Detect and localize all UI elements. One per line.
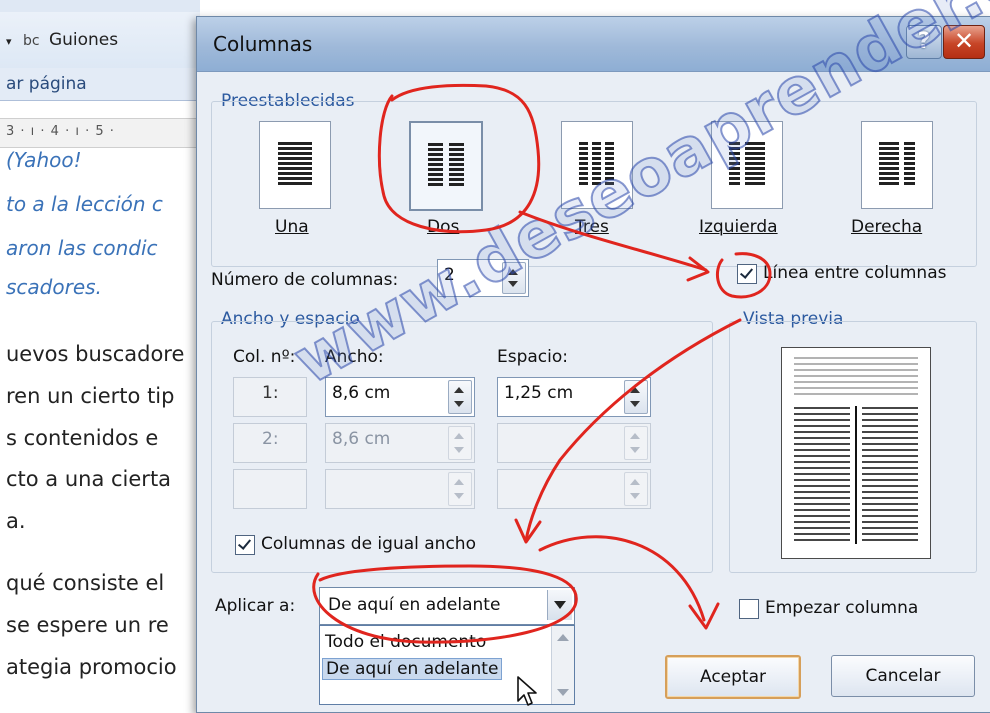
col-number-cell: 2: — [233, 423, 307, 463]
help-button[interactable]: ? — [906, 25, 942, 59]
col-number-value: 2: — [262, 429, 279, 449]
preset-one-button[interactable] — [259, 121, 331, 209]
doc-line: to a la lección c — [6, 192, 163, 216]
cancel-button[interactable]: Cancelar — [831, 655, 975, 697]
hyphenation-icon: bc — [22, 33, 40, 49]
doc-line: (Yahoo! — [6, 148, 82, 172]
doc-line: scadores. — [6, 275, 102, 299]
col-number-value: 1: — [262, 383, 279, 403]
ribbon-group-label: ar página — [0, 68, 200, 101]
doc-line: uevos buscadore — [6, 342, 185, 366]
num-columns-stepper[interactable]: 2 — [437, 259, 529, 297]
ok-button[interactable]: Aceptar — [665, 655, 801, 699]
spacing-value-col1: 1,25 cm — [504, 383, 574, 403]
dialog-title: Columnas — [213, 32, 313, 56]
col-number-header: Col. nº: — [233, 347, 296, 367]
spacing-spin-icon[interactable] — [624, 380, 648, 414]
hyphenation-label: Guiones — [48, 30, 119, 50]
preset-one-label: Una — [275, 217, 309, 237]
spacing-spin-icon — [624, 472, 648, 506]
preview-page — [781, 347, 931, 559]
width-header: Ancho: — [325, 347, 384, 367]
dropdown-option-whole-document[interactable]: Todo el documento — [322, 632, 489, 652]
dropdown-scrollbar[interactable] — [551, 626, 574, 704]
width-field-col1[interactable]: 8,6 cm — [325, 377, 475, 417]
dropdown-option-from-here[interactable]: De aquí en adelante — [322, 658, 503, 680]
chevron-down-icon[interactable] — [547, 590, 572, 620]
apply-to-value: De aquí en adelante — [328, 595, 501, 615]
width-value-col2: 8,6 cm — [332, 429, 391, 449]
doc-line: qué consiste el — [6, 571, 165, 595]
mouse-cursor-icon — [517, 676, 537, 706]
left-column-icon — [729, 142, 765, 185]
apply-to-label: Aplicar a: — [215, 596, 296, 616]
doc-line: cto a una cierta — [6, 467, 172, 491]
preset-left-label: Izquierda — [699, 217, 778, 237]
preview-page-icon — [794, 357, 918, 544]
preset-two-button[interactable] — [409, 121, 483, 211]
word-document-background: ▾ bc Guiones ar página 3 · ı · 4 · ı · 5… — [0, 0, 200, 711]
num-columns-spin-icon[interactable] — [502, 262, 526, 294]
doc-line: aron las condic — [6, 236, 158, 260]
preset-right-label: Derecha — [851, 217, 923, 237]
equal-width-checkbox[interactable] — [235, 535, 255, 555]
width-field-col3 — [325, 469, 475, 509]
start-column-label: Empezar columna — [765, 598, 919, 618]
width-spin-icon — [448, 426, 472, 460]
hyphenation-button[interactable]: ▾ bc Guiones — [6, 30, 118, 50]
page-setup-group-label: ar página — [6, 74, 87, 94]
close-button[interactable]: ✕ — [943, 25, 985, 59]
num-columns-label: Número de columnas: — [211, 270, 399, 290]
two-columns-icon — [428, 143, 464, 186]
doc-line: se espere un re — [6, 613, 169, 637]
start-column-checkbox[interactable] — [739, 599, 759, 619]
right-column-icon — [879, 142, 915, 185]
spacing-field-col3 — [497, 469, 651, 509]
line-between-label: Línea entre columnas — [763, 263, 947, 283]
ruler: 3 · ı · 4 · ı · 5 · — [0, 118, 200, 148]
preset-three-button[interactable] — [561, 121, 633, 209]
dialog-titlebar[interactable]: Columnas ? ✕ — [197, 17, 990, 72]
col-number-cell — [233, 469, 307, 509]
preset-left-button[interactable] — [711, 121, 783, 209]
width-value-col1: 8,6 cm — [332, 383, 391, 403]
spacing-spin-icon — [624, 426, 648, 460]
chevron-down-icon: ▾ — [6, 35, 12, 48]
apply-to-select[interactable]: De aquí en adelante — [319, 587, 575, 625]
spacing-header: Espacio: — [497, 347, 569, 367]
width-field-col2: 8,6 cm — [325, 423, 475, 463]
line-between-checkbox[interactable] — [737, 264, 757, 284]
preset-two-label: Dos — [427, 217, 460, 237]
col-number-cell: 1: — [233, 377, 307, 417]
width-spin-icon[interactable] — [448, 380, 472, 414]
one-column-icon — [278, 142, 312, 185]
ribbon: ▾ bc Guiones — [0, 0, 200, 69]
ruler-marks: 3 · ı · 4 · ı · 5 · — [6, 124, 115, 139]
doc-line: s contenidos e — [6, 426, 159, 450]
spacing-field-col1[interactable]: 1,25 cm — [497, 377, 651, 417]
doc-line: ren un cierto tip — [6, 384, 175, 408]
preset-right-button[interactable] — [861, 121, 933, 209]
doc-line: ategia promocio — [6, 655, 177, 679]
columns-dialog: Columnas ? ✕ Preestablecidas Una Dos Tre… — [196, 16, 990, 713]
num-columns-value: 2 — [444, 265, 455, 285]
equal-width-label: Columnas de igual ancho — [261, 534, 476, 554]
preset-three-label: Tres — [575, 217, 609, 237]
spacing-field-col2 — [497, 423, 651, 463]
doc-line: a. — [6, 509, 26, 533]
width-spin-icon — [448, 472, 472, 506]
ribbon-top-strip — [0, 0, 200, 12]
three-columns-icon — [579, 142, 615, 185]
